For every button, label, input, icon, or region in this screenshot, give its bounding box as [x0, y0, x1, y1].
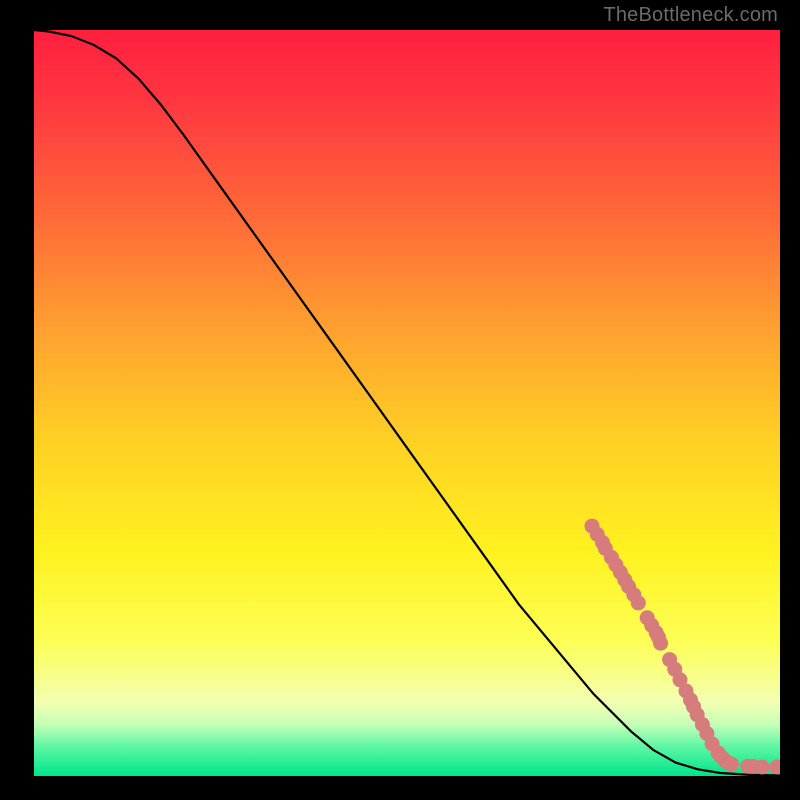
- chart-svg: [34, 30, 780, 776]
- data-point: [653, 636, 668, 651]
- plot-area: [34, 30, 780, 776]
- data-point: [755, 760, 770, 775]
- chart-frame: TheBottleneck.com: [0, 0, 800, 800]
- data-points: [585, 519, 781, 775]
- attribution-text: TheBottleneck.com: [603, 4, 778, 27]
- data-point: [724, 757, 739, 772]
- data-point: [631, 595, 646, 610]
